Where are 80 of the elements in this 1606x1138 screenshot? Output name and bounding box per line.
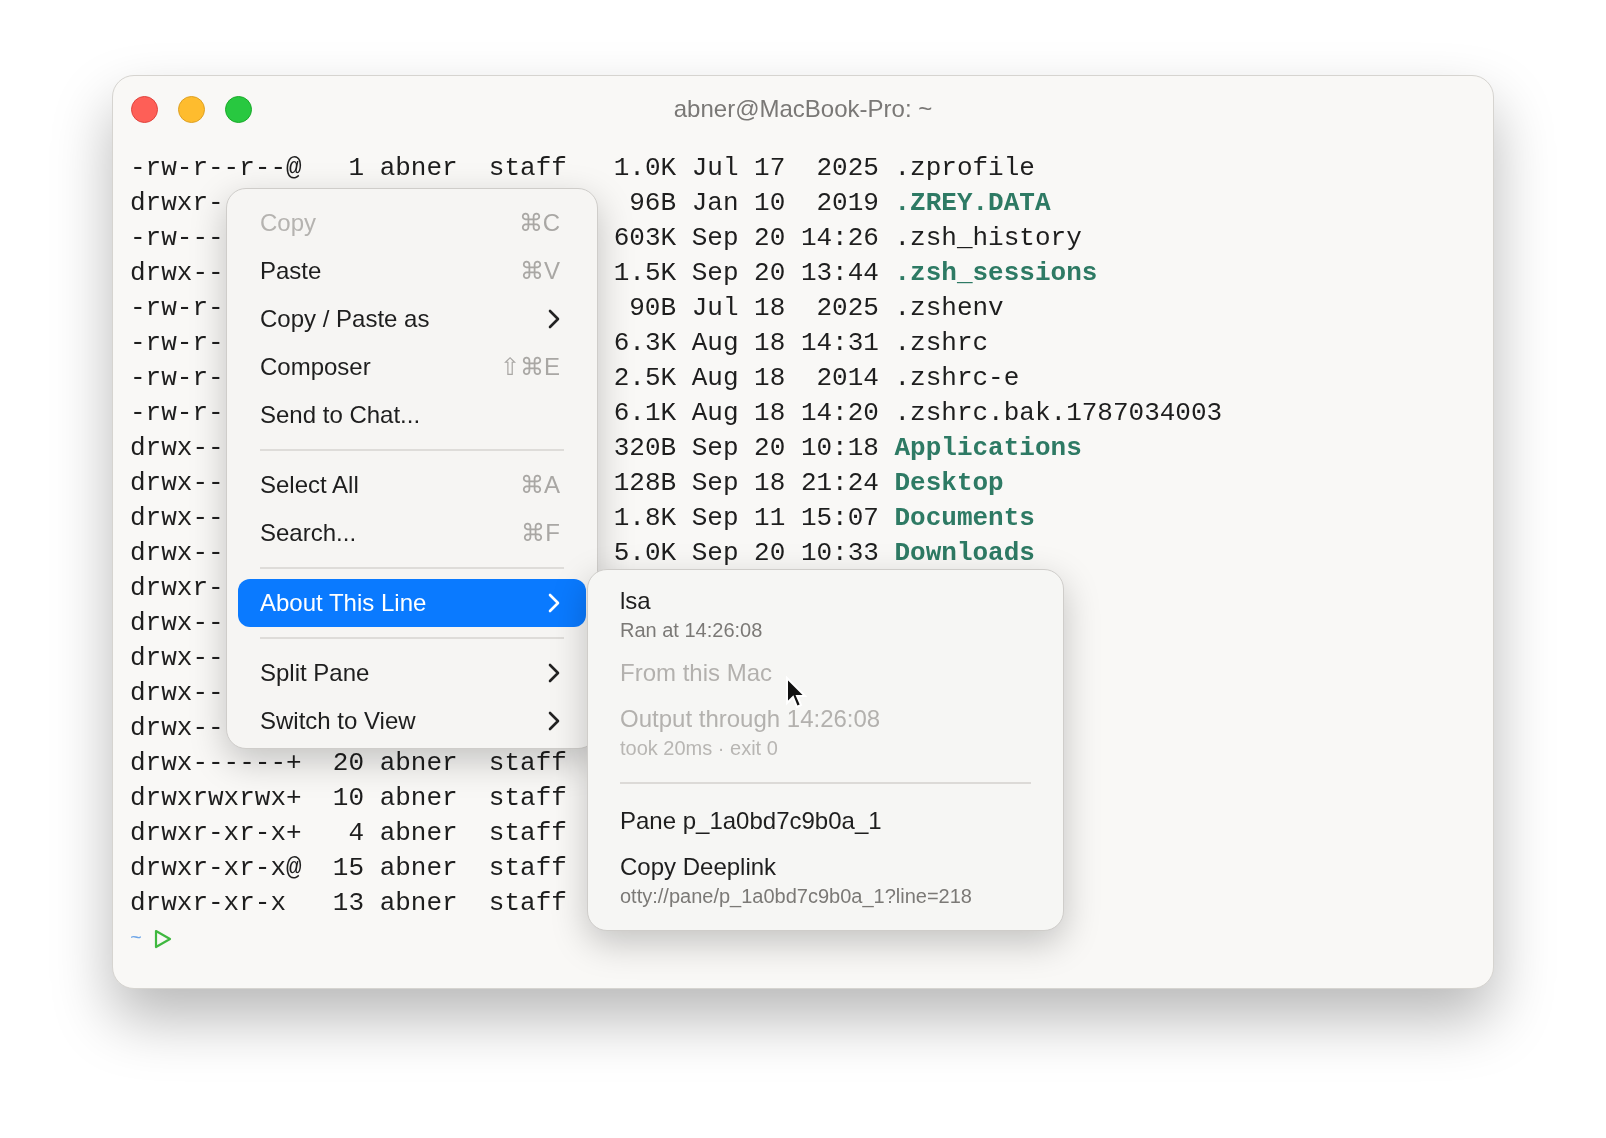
menu-item[interactable]: About This Line: [238, 579, 586, 627]
menu-item[interactable]: Composer ⇧⌘E: [238, 343, 586, 391]
file-name: .zprofile: [894, 152, 1035, 185]
file-date: Sep 20 10:18: [691, 432, 879, 465]
permissions-text: drwx--: [130, 258, 224, 288]
close-button[interactable]: [131, 95, 158, 123]
permissions-text: drwxr-: [130, 573, 224, 603]
menu-item[interactable]: Split Pane: [238, 649, 586, 697]
file-size: 320B: [613, 432, 677, 465]
file-size: 6.3K: [613, 327, 677, 360]
item-detail: took 20ms · exit 0: [620, 736, 778, 761]
permissions-text: drwx--: [130, 643, 224, 673]
file-date: Sep 18 21:24: [691, 467, 879, 500]
file-size: 1.5K: [613, 257, 677, 290]
permissions-text: -rw-r-: [130, 328, 224, 358]
permissions-text: -rw---: [130, 223, 224, 253]
file-size: 1.0K: [613, 152, 677, 185]
directory-name: Downloads: [894, 537, 1035, 570]
directory-name: .zsh_sessions: [894, 257, 1098, 290]
menu-item[interactable]: Search... ⌘F: [238, 509, 586, 557]
file-size: 6.1K: [613, 397, 677, 430]
menu-item[interactable]: Copy / Paste as: [238, 295, 586, 343]
file-date: Aug 18 14:31: [691, 327, 879, 360]
minimize-button[interactable]: [178, 95, 205, 123]
permissions-text: drwxrwxrwx+ 10 abner staff: [130, 783, 567, 813]
prompt-path: ~: [130, 925, 142, 952]
file-date: Aug 18 14:20: [691, 397, 879, 430]
file-date: Jul 17 2025: [691, 152, 879, 185]
directory-name: Desktop: [894, 467, 1004, 500]
directory-name: Documents: [894, 502, 1035, 535]
mouse-pointer-icon: [785, 676, 807, 710]
file-date: Sep 20 10:33: [691, 537, 879, 570]
menu-item[interactable]: Send to Chat...: [238, 391, 586, 439]
file-name: .zsh_history: [894, 222, 1082, 255]
permissions-text: -rw-r-: [130, 293, 224, 323]
directory-name: .ZREY.DATA: [894, 187, 1051, 220]
permissions-text: drwxr-xr-x@ 15 abner staff: [130, 853, 567, 883]
menu-item[interactable]: Select All ⌘A: [238, 461, 586, 509]
directory-name: Applications: [894, 432, 1082, 465]
file-date: Jan 10 2019: [691, 187, 879, 220]
permissions-text: drwx--: [130, 433, 224, 463]
file-date: Sep 11 15:07: [691, 502, 879, 535]
permissions-text: drwx--: [130, 678, 224, 708]
permissions-text: -rw-r--r--@ 1 abner staff: [130, 153, 567, 183]
file-size: 128B: [613, 467, 677, 500]
permissions-text: drwxr-xr-x+ 4 abner staff: [130, 818, 567, 848]
permissions-text: drwx--: [130, 538, 224, 568]
file-name: .zshrc: [894, 327, 989, 360]
permissions-text: drwx--: [130, 713, 224, 743]
prompt-arrow-icon: [154, 928, 172, 949]
permissions-text: -rw-r-: [130, 363, 224, 393]
menu-item[interactable]: Switch to View: [238, 697, 586, 745]
file-size: 603K: [613, 222, 677, 255]
item-detail: Ran at 14:26:08: [620, 618, 763, 643]
item-detail: otty://pane/p_1a0bd7c9b0a_1?line=218: [620, 884, 972, 909]
window-title: abner@MacBook-Pro: ~: [673, 94, 933, 124]
file-size: 1.8K: [613, 502, 677, 535]
file-name: .zshrc.bak.1787034003: [894, 397, 1223, 430]
permissions-text: drwxr-: [130, 188, 224, 218]
file-name: .zshenv: [894, 292, 1004, 325]
submenu-item[interactable]: lsa: [620, 585, 651, 617]
permissions-text: drwx------+ 20 abner staff: [130, 748, 567, 778]
file-size: 5.0K: [613, 537, 677, 570]
file-date: Sep 20 13:44: [691, 257, 879, 290]
file-name: .zshrc-e: [894, 362, 1020, 395]
file-date: Jul 18 2025: [691, 292, 879, 325]
permissions-text: drwxr-xr-x 13 abner staff: [130, 888, 567, 918]
permissions-text: drwx--: [130, 503, 224, 533]
submenu-item[interactable]: Copy Deeplink: [620, 851, 777, 883]
file-date: Sep 20 14:26: [691, 222, 879, 255]
file-date: Aug 18 2014: [691, 362, 879, 395]
zoom-button[interactable]: [225, 95, 252, 123]
file-size: 96B: [628, 187, 677, 220]
file-size: 90B: [628, 292, 677, 325]
permissions-text: -rw-r-: [130, 398, 224, 428]
submenu-item[interactable]: Pane p_1a0bd7c9b0a_1: [620, 805, 882, 837]
file-size: 2.5K: [613, 362, 677, 395]
menu-item[interactable]: Paste ⌘V: [238, 247, 586, 295]
permissions-text: drwx--: [130, 468, 224, 498]
permissions-text: drwx--: [130, 608, 224, 638]
